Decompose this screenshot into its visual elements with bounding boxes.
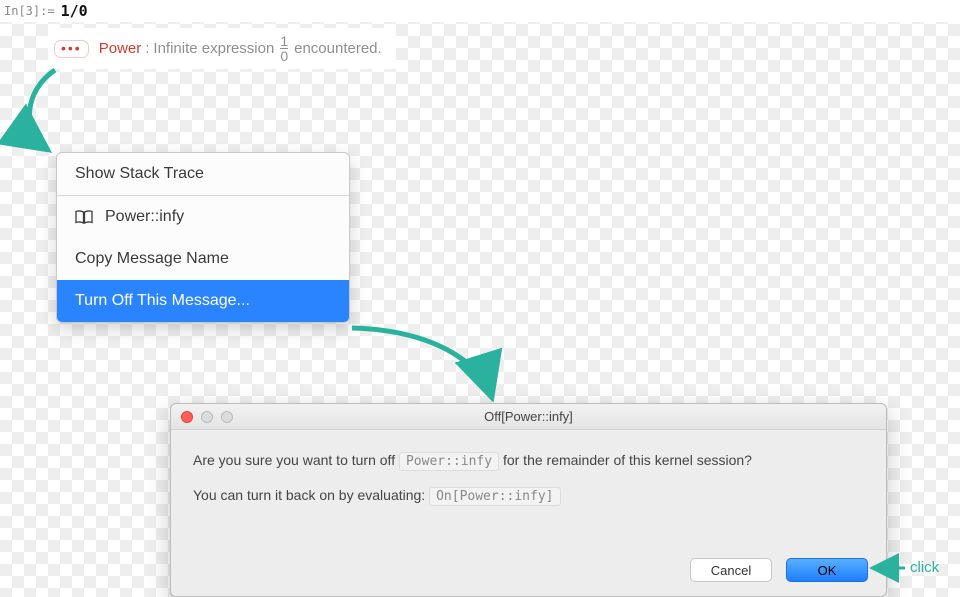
menu-item-label: Turn Off This Message... (75, 292, 250, 310)
menu-show-stack-trace[interactable]: Show Stack Trace (57, 153, 349, 195)
fraction-icon: 1 0 (278, 34, 290, 63)
dialog-buttons: Cancel OK (690, 558, 868, 582)
message-text: Power: Infinite expression 1 0 encounter… (99, 34, 382, 63)
dialog-q-chip: Power::infy (399, 452, 499, 471)
dialog-body: Are you sure you want to turn off Power:… (171, 430, 886, 536)
message-ellipsis-button[interactable]: ••• (54, 40, 89, 58)
dialog-hint-before: You can turn it back on by evaluating: (193, 487, 425, 503)
dialog-hint-chip: On[Power::infy] (429, 487, 560, 506)
close-icon[interactable] (181, 411, 193, 423)
zoom-icon (221, 411, 233, 423)
menu-documentation[interactable]: Power::infy (57, 196, 349, 238)
fraction-num: 1 (280, 34, 288, 48)
message-context-menu: Show Stack Trace Power::infy Copy Messag… (56, 152, 350, 323)
dialog-hint: You can turn it back on by evaluating: O… (193, 487, 864, 504)
dialog-titlebar: Off[Power::infy] (171, 404, 886, 430)
book-icon (75, 210, 93, 224)
menu-turn-off-message[interactable]: Turn Off This Message... (57, 280, 349, 322)
dialog-question: Are you sure you want to turn off Power:… (193, 452, 864, 469)
message-colon: : (145, 40, 149, 57)
menu-item-label: Copy Message Name (75, 250, 229, 268)
ok-button[interactable]: OK (786, 558, 868, 582)
menu-copy-message-name[interactable]: Copy Message Name (57, 238, 349, 280)
traffic-lights (181, 411, 233, 423)
confirm-dialog: Off[Power::infy] Are you sure you want t… (170, 403, 887, 597)
menu-item-label: Power::infy (105, 208, 184, 226)
message-tag: Power (99, 40, 142, 57)
input-code[interactable]: 1/0 (61, 2, 88, 20)
dialog-q-after: for the remainder of this kernel session… (503, 452, 752, 468)
dialog-title: Off[Power::infy] (171, 409, 886, 424)
click-annotation: click (910, 559, 939, 576)
notebook-input-row: In[3]:= 1/0 (0, 0, 960, 22)
fraction-den: 0 (280, 48, 288, 63)
dialog-q-before: Are you sure you want to turn off (193, 452, 395, 468)
input-label: In[3]:= (4, 4, 55, 18)
minimize-icon (201, 411, 213, 423)
cancel-button[interactable]: Cancel (690, 558, 772, 582)
message-post: encountered. (294, 40, 382, 57)
menu-item-label: Show Stack Trace (75, 165, 204, 183)
message-pre: Infinite expression (153, 40, 274, 57)
message-row: ••• Power: Infinite expression 1 0 encou… (48, 28, 396, 69)
